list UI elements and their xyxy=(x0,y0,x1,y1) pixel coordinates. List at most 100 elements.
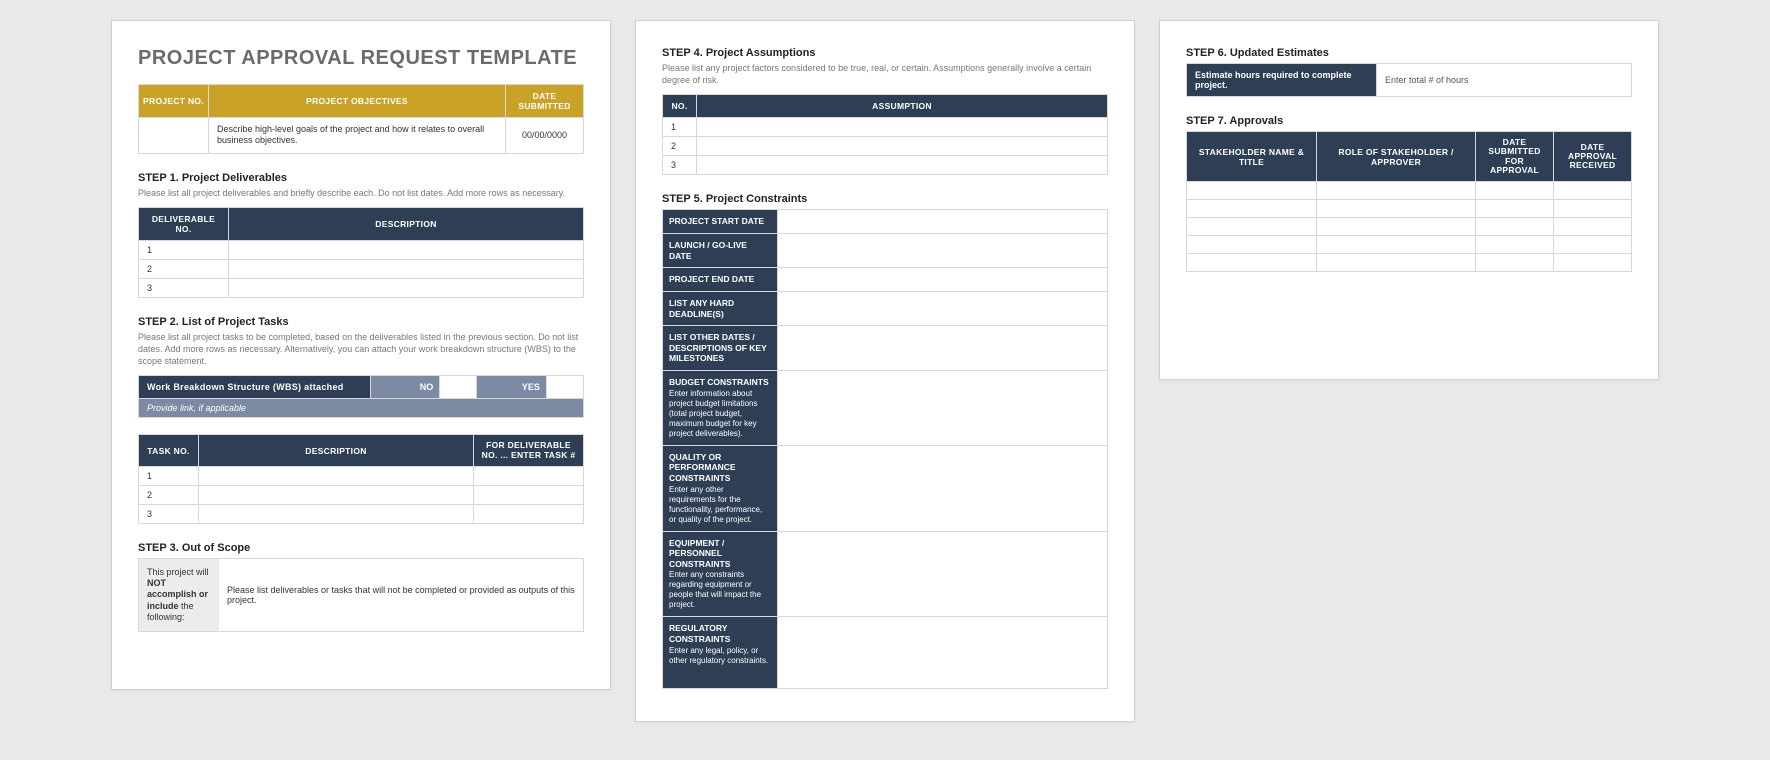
approval-date-submitted-field[interactable] xyxy=(1476,236,1554,254)
step6-heading: STEP 6. Updated Estimates xyxy=(1186,47,1632,59)
approval-name-field[interactable] xyxy=(1187,236,1317,254)
approval-role-field[interactable] xyxy=(1317,200,1476,218)
constraint-field[interactable] xyxy=(778,371,1108,446)
col-stakeholder-role: ROLE OF STAKEHOLDER / APPROVER xyxy=(1317,132,1476,182)
approval-name-field[interactable] xyxy=(1187,200,1317,218)
scope-right-field[interactable]: Please list deliverables or tasks that w… xyxy=(219,559,583,631)
cell-objectives[interactable]: Describe high-level goals of the project… xyxy=(209,118,506,154)
deliverable-desc-field[interactable] xyxy=(229,279,584,298)
wbs-yes-checkbox[interactable] xyxy=(546,376,583,399)
step4-instr: Please list any project factors consider… xyxy=(662,63,1108,86)
approval-name-field[interactable] xyxy=(1187,218,1317,236)
approval-role-field[interactable] xyxy=(1317,218,1476,236)
constraint-field[interactable] xyxy=(778,531,1108,617)
wbs-no-label: NO xyxy=(370,376,440,399)
constraint-label: REGULATORY CONSTRAINTSEnter any legal, p… xyxy=(663,617,778,689)
wbs-yes-label: YES xyxy=(477,376,547,399)
task-desc-field[interactable] xyxy=(199,485,474,504)
wbs-no-checkbox[interactable] xyxy=(440,376,477,399)
approval-date-submitted-field[interactable] xyxy=(1476,218,1554,236)
approval-date-submitted-field[interactable] xyxy=(1476,200,1554,218)
page-3: STEP 6. Updated Estimates Estimate hours… xyxy=(1159,20,1659,380)
step7-heading: STEP 7. Approvals xyxy=(1186,115,1632,127)
approval-name-field[interactable] xyxy=(1187,182,1317,200)
approval-date-submitted-field[interactable] xyxy=(1476,254,1554,272)
constraint-label: QUALITY OR PERFORMANCE CONSTRAINTSEnter … xyxy=(663,445,778,531)
approval-date-received-field[interactable] xyxy=(1554,254,1632,272)
task-for-deliv-field[interactable] xyxy=(474,485,584,504)
assumption-no: 1 xyxy=(663,118,697,137)
col-project-no: PROJECT NO. xyxy=(139,85,209,118)
tasks-table: TASK NO. DESCRIPTION FOR DELIVERABLE NO.… xyxy=(138,434,584,524)
approval-date-received-field[interactable] xyxy=(1554,200,1632,218)
estimate-label: Estimate hours required to complete proj… xyxy=(1187,64,1377,97)
col-assumption: ASSUMPTION xyxy=(697,95,1108,118)
col-date-approval-received: DATE APPROVAL RECEIVED xyxy=(1554,132,1632,182)
col-task-no: TASK NO. xyxy=(139,435,199,467)
constraints-table: PROJECT START DATELAUNCH / GO-LIVE DATEP… xyxy=(662,209,1108,689)
constraint-field[interactable] xyxy=(778,326,1108,371)
approval-date-received-field[interactable] xyxy=(1554,182,1632,200)
col-deliverable-no: DELIVERABLE NO. xyxy=(139,208,229,241)
step1-heading: STEP 1. Project Deliverables xyxy=(138,172,584,184)
assumption-no: 3 xyxy=(663,156,697,175)
assumptions-table: NO. ASSUMPTION 123 xyxy=(662,94,1108,175)
wbs-label: Work Breakdown Structure (WBS) attached xyxy=(139,376,371,399)
task-no: 2 xyxy=(139,485,199,504)
approval-role-field[interactable] xyxy=(1317,236,1476,254)
cell-date-submitted[interactable]: 00/00/0000 xyxy=(506,118,584,154)
constraint-label: LIST OTHER DATES / DESCRIPTIONS OF KEY M… xyxy=(663,326,778,371)
deliverable-no: 2 xyxy=(139,260,229,279)
step3-heading: STEP 3. Out of Scope xyxy=(138,542,584,554)
task-for-deliv-field[interactable] xyxy=(474,504,584,523)
constraint-field[interactable] xyxy=(778,445,1108,531)
task-desc-field[interactable] xyxy=(199,504,474,523)
col-assumption-no: NO. xyxy=(663,95,697,118)
constraint-label: EQUIPMENT / PERSONNEL CONSTRAINTSEnter a… xyxy=(663,531,778,617)
constraint-label: LAUNCH / GO-LIVE DATE xyxy=(663,234,778,268)
deliverable-no: 1 xyxy=(139,241,229,260)
assumption-field[interactable] xyxy=(697,156,1108,175)
task-desc-field[interactable] xyxy=(199,466,474,485)
scope-left-label: This project will NOT accomplish or incl… xyxy=(139,559,219,631)
col-deliverable-desc: DESCRIPTION xyxy=(229,208,584,241)
step4-heading: STEP 4. Project Assumptions xyxy=(662,47,1108,59)
constraint-field[interactable] xyxy=(778,291,1108,325)
col-task-for-deliv: FOR DELIVERABLE NO. ... ENTER TASK # xyxy=(474,435,584,467)
task-no: 3 xyxy=(139,504,199,523)
approval-date-received-field[interactable] xyxy=(1554,218,1632,236)
assumption-field[interactable] xyxy=(697,118,1108,137)
col-date-submitted-approval: DATE SUBMITTED FOR APPROVAL xyxy=(1476,132,1554,182)
constraint-field[interactable] xyxy=(778,234,1108,268)
document-title: PROJECT APPROVAL REQUEST TEMPLATE xyxy=(138,47,584,70)
deliverables-table: DELIVERABLE NO. DESCRIPTION 123 xyxy=(138,207,584,298)
constraint-field[interactable] xyxy=(778,268,1108,292)
constraint-label: PROJECT END DATE xyxy=(663,268,778,292)
approval-role-field[interactable] xyxy=(1317,182,1476,200)
step1-instr: Please list all project deliverables and… xyxy=(138,188,584,200)
cell-project-no[interactable] xyxy=(139,118,209,154)
approval-date-submitted-field[interactable] xyxy=(1476,182,1554,200)
constraint-label: BUDGET CONSTRAINTSEnter information abou… xyxy=(663,371,778,446)
deliverable-no: 3 xyxy=(139,279,229,298)
col-objectives: PROJECT OBJECTIVES xyxy=(209,85,506,118)
task-for-deliv-field[interactable] xyxy=(474,466,584,485)
col-stakeholder-name: STAKEHOLDER NAME & TITLE xyxy=(1187,132,1317,182)
step5-heading: STEP 5. Project Constraints xyxy=(662,193,1108,205)
deliverable-desc-field[interactable] xyxy=(229,260,584,279)
page-2: STEP 4. Project Assumptions Please list … xyxy=(635,20,1135,722)
approval-date-received-field[interactable] xyxy=(1554,236,1632,254)
constraint-field[interactable] xyxy=(778,210,1108,234)
assumption-no: 2 xyxy=(663,137,697,156)
assumption-field[interactable] xyxy=(697,137,1108,156)
constraint-field[interactable] xyxy=(778,617,1108,689)
estimate-table: Estimate hours required to complete proj… xyxy=(1186,63,1632,97)
constraint-label: LIST ANY HARD DEADLINE(S) xyxy=(663,291,778,325)
wbs-link-field[interactable]: Provide link, if applicable xyxy=(139,399,584,418)
step2-instr: Please list all project tasks to be comp… xyxy=(138,332,584,367)
col-task-desc: DESCRIPTION xyxy=(199,435,474,467)
deliverable-desc-field[interactable] xyxy=(229,241,584,260)
approval-role-field[interactable] xyxy=(1317,254,1476,272)
approval-name-field[interactable] xyxy=(1187,254,1317,272)
estimate-field[interactable]: Enter total # of hours xyxy=(1377,64,1632,97)
